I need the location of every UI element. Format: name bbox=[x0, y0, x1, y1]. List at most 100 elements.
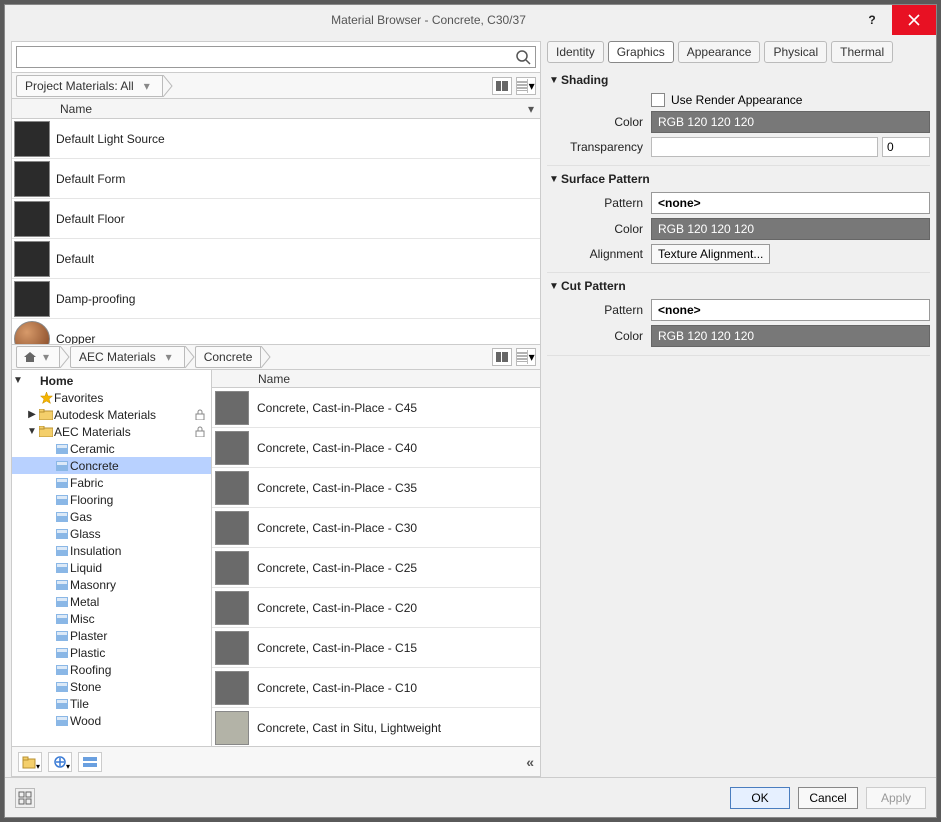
library-material-row[interactable]: Concrete, Cast-in-Place - C25 bbox=[212, 548, 540, 588]
library-material-row[interactable]: Concrete, Cast-in-Place - C40 bbox=[212, 428, 540, 468]
tree-category-fabric[interactable]: Fabric bbox=[12, 474, 211, 491]
help-button[interactable]: ? bbox=[852, 13, 892, 27]
cut-color-swatch[interactable]: RGB 120 120 120 bbox=[651, 325, 930, 347]
material-row[interactable]: Default bbox=[12, 239, 540, 279]
library-material-row[interactable]: Concrete, Cast-in-Place - C10 bbox=[212, 668, 540, 708]
tree-category-concrete[interactable]: Concrete bbox=[12, 457, 211, 474]
tree-category-wood[interactable]: Wood bbox=[12, 712, 211, 729]
shading-title: Shading bbox=[561, 73, 608, 87]
tab-identity[interactable]: Identity bbox=[547, 41, 604, 63]
texture-alignment-button[interactable]: Texture Alignment... bbox=[651, 244, 770, 264]
tree-category-plastic[interactable]: Plastic bbox=[12, 644, 211, 661]
view-dropdown-icon[interactable]: ▾ bbox=[527, 79, 535, 93]
tab-thermal[interactable]: Thermal bbox=[831, 41, 893, 63]
material-swatch bbox=[215, 511, 249, 545]
search-icon[interactable] bbox=[515, 49, 531, 65]
open-library-button[interactable]: ▾ bbox=[18, 752, 42, 772]
close-button[interactable] bbox=[892, 5, 936, 35]
tree-category-metal[interactable]: Metal bbox=[12, 593, 211, 610]
library-material-row[interactable]: Concrete, Cast-in-Place - C45 bbox=[212, 388, 540, 428]
tree-category-masonry[interactable]: Masonry bbox=[12, 576, 211, 593]
cut-pattern-picker[interactable]: <none> bbox=[651, 299, 930, 321]
tree-category-insulation[interactable]: Insulation bbox=[12, 542, 211, 559]
tree-icon bbox=[54, 597, 70, 607]
surface-color-swatch[interactable]: RGB 120 120 120 bbox=[651, 218, 930, 240]
asset-grid-button[interactable] bbox=[15, 788, 35, 808]
aec-materials-crumb[interactable]: AEC Materials ▾ bbox=[70, 346, 185, 368]
tab-appearance[interactable]: Appearance bbox=[678, 41, 761, 63]
tree-category-glass[interactable]: Glass bbox=[12, 525, 211, 542]
material-row[interactable]: Default Light Source bbox=[12, 119, 540, 159]
project-materials-list[interactable]: Default Light SourceDefault FormDefault … bbox=[12, 119, 540, 344]
tree-category-flooring[interactable]: Flooring bbox=[12, 491, 211, 508]
tree-category-liquid[interactable]: Liquid bbox=[12, 559, 211, 576]
cut-pattern-section-header[interactable]: ▼Cut Pattern bbox=[547, 277, 930, 295]
lib-view-list-button[interactable]: ▾ bbox=[516, 348, 536, 366]
search-input[interactable] bbox=[17, 47, 511, 67]
material-row[interactable]: Damp-proofing bbox=[12, 279, 540, 319]
tree-label: Wood bbox=[70, 714, 209, 728]
view-dropdown-icon[interactable]: ▾ bbox=[527, 350, 535, 364]
material-row[interactable]: Copper bbox=[12, 319, 540, 344]
cut-title: Cut Pattern bbox=[561, 279, 626, 293]
material-name: Copper bbox=[56, 332, 95, 345]
tree-autodesk-materials[interactable]: ▶Autodesk Materials bbox=[12, 406, 211, 423]
shading-color-swatch[interactable]: RGB 120 120 120 bbox=[651, 111, 930, 133]
home-crumb[interactable]: ▾ bbox=[16, 346, 60, 368]
tab-physical[interactable]: Physical bbox=[764, 41, 827, 63]
tree-label: Plaster bbox=[70, 629, 209, 643]
project-materials-crumb[interactable]: Project Materials: All ▾ bbox=[16, 75, 163, 97]
cancel-button[interactable]: Cancel bbox=[798, 787, 858, 809]
tree-favorites[interactable]: Favorites bbox=[12, 389, 211, 406]
crumb-separator-icon bbox=[163, 75, 173, 97]
material-row[interactable]: Default Form bbox=[12, 159, 540, 199]
titlebar: Material Browser - Concrete, C30/37 ? bbox=[5, 5, 936, 35]
tree-icon bbox=[38, 392, 54, 404]
library-material-row[interactable]: Concrete, Cast-in-Place - C20 bbox=[212, 588, 540, 628]
lib-view-thumbnails-button[interactable] bbox=[492, 348, 512, 366]
shading-section-header[interactable]: ▼Shading bbox=[547, 71, 930, 89]
tree-icon bbox=[54, 648, 70, 658]
library-material-row[interactable]: Concrete, Cast in Situ, Lightweight bbox=[212, 708, 540, 746]
surface-pattern-section-header[interactable]: ▼Surface Pattern bbox=[547, 170, 930, 188]
right-panel: Identity Graphics Appearance Physical Th… bbox=[547, 41, 930, 777]
library-material-row[interactable]: Concrete, Cast-in-Place - C15 bbox=[212, 628, 540, 668]
concrete-crumb[interactable]: Concrete bbox=[195, 346, 262, 368]
library-materials-list[interactable]: Concrete, Cast-in-Place - C45 Concrete, C… bbox=[212, 388, 540, 746]
transparency-value[interactable]: 0 bbox=[882, 137, 930, 157]
tree-category-misc[interactable]: Misc bbox=[12, 610, 211, 627]
transparency-slider[interactable] bbox=[651, 137, 878, 157]
project-list-header[interactable]: Name ▾ bbox=[12, 99, 540, 119]
library-material-row[interactable]: Concrete, Cast-in-Place - C30 bbox=[212, 508, 540, 548]
tree-category-stone[interactable]: Stone bbox=[12, 678, 211, 695]
tree-category-plaster[interactable]: Plaster bbox=[12, 627, 211, 644]
view-list-button[interactable]: ▾ bbox=[516, 77, 536, 95]
chevron-down-icon: ▾ bbox=[162, 350, 176, 364]
material-row[interactable]: Default Floor bbox=[12, 199, 540, 239]
sort-dropdown-icon[interactable]: ▾ bbox=[522, 102, 540, 116]
tree-category-tile[interactable]: Tile bbox=[12, 695, 211, 712]
tree-label: Metal bbox=[70, 595, 209, 609]
surface-pattern-picker[interactable]: <none> bbox=[651, 192, 930, 214]
material-name: Concrete, Cast-in-Place - C45 bbox=[257, 401, 417, 415]
collapse-button[interactable]: « bbox=[526, 754, 534, 770]
library-material-row[interactable]: Concrete, Cast-in-Place - C35 bbox=[212, 468, 540, 508]
new-material-button[interactable]: ▾ bbox=[48, 752, 72, 772]
ok-button[interactable]: OK bbox=[730, 787, 790, 809]
panels-button[interactable] bbox=[78, 752, 102, 772]
tab-row: Identity Graphics Appearance Physical Th… bbox=[547, 41, 930, 67]
tree-icon bbox=[54, 444, 70, 454]
library-list-header[interactable]: Name bbox=[212, 370, 540, 388]
tree-category-gas[interactable]: Gas bbox=[12, 508, 211, 525]
surface-pattern-label: Pattern bbox=[547, 196, 651, 210]
tree-category-roofing[interactable]: Roofing bbox=[12, 661, 211, 678]
use-render-appearance-checkbox[interactable]: Use Render Appearance bbox=[651, 93, 930, 107]
tab-graphics[interactable]: Graphics bbox=[608, 41, 674, 63]
tree-label: Glass bbox=[70, 527, 209, 541]
library-tree[interactable]: ▼HomeFavorites▶Autodesk Materials▼AEC Ma… bbox=[12, 370, 212, 746]
tree-aec-materials[interactable]: ▼AEC Materials bbox=[12, 423, 211, 440]
tree-category-ceramic[interactable]: Ceramic bbox=[12, 440, 211, 457]
tree-home[interactable]: ▼Home bbox=[12, 372, 211, 389]
view-thumbnails-button[interactable] bbox=[492, 77, 512, 95]
tree-label: Flooring bbox=[70, 493, 209, 507]
